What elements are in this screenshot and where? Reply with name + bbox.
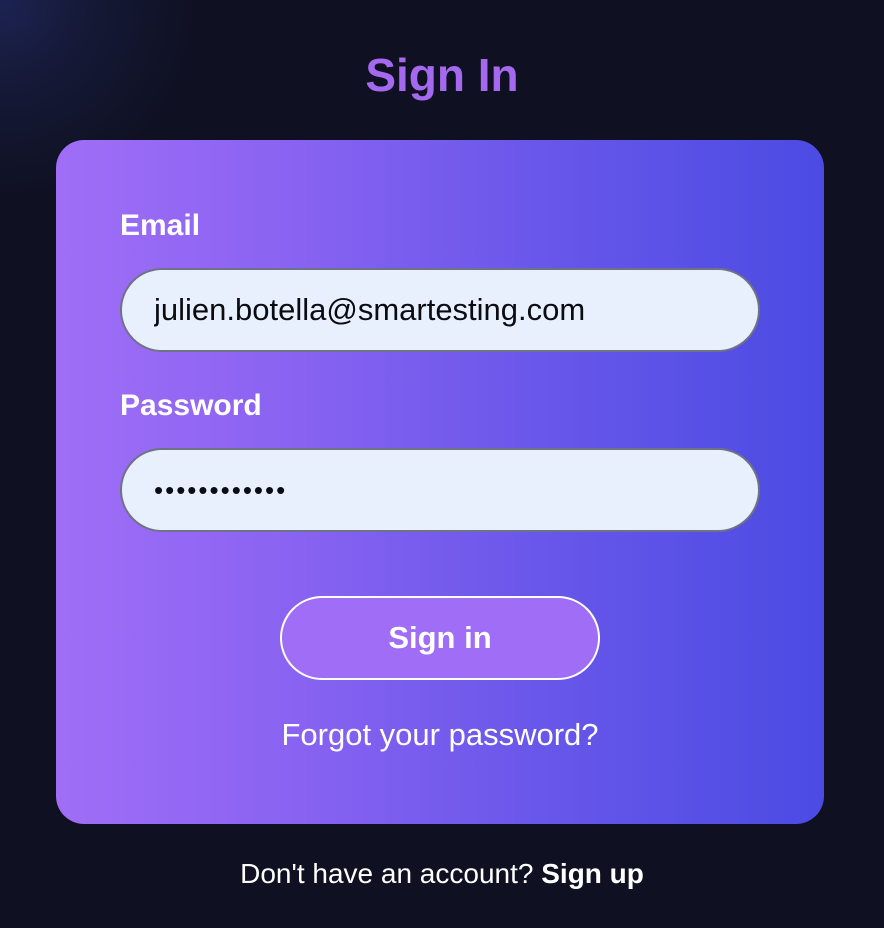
signup-prompt-text: Don't have an account?	[240, 858, 534, 889]
sign-in-card: Email Password Sign in Forgot your passw…	[56, 140, 824, 824]
sign-up-link[interactable]: Sign up	[541, 858, 644, 889]
password-field[interactable]	[120, 448, 760, 532]
forgot-password-link[interactable]: Forgot your password?	[56, 716, 824, 754]
page-title: Sign In	[365, 49, 519, 101]
password-label: Password	[120, 389, 262, 422]
signup-prompt-row: Don't have an account? Sign up	[0, 856, 884, 892]
email-label: Email	[120, 209, 201, 242]
email-field[interactable]	[120, 268, 760, 352]
sign-in-button[interactable]: Sign in	[280, 596, 600, 680]
